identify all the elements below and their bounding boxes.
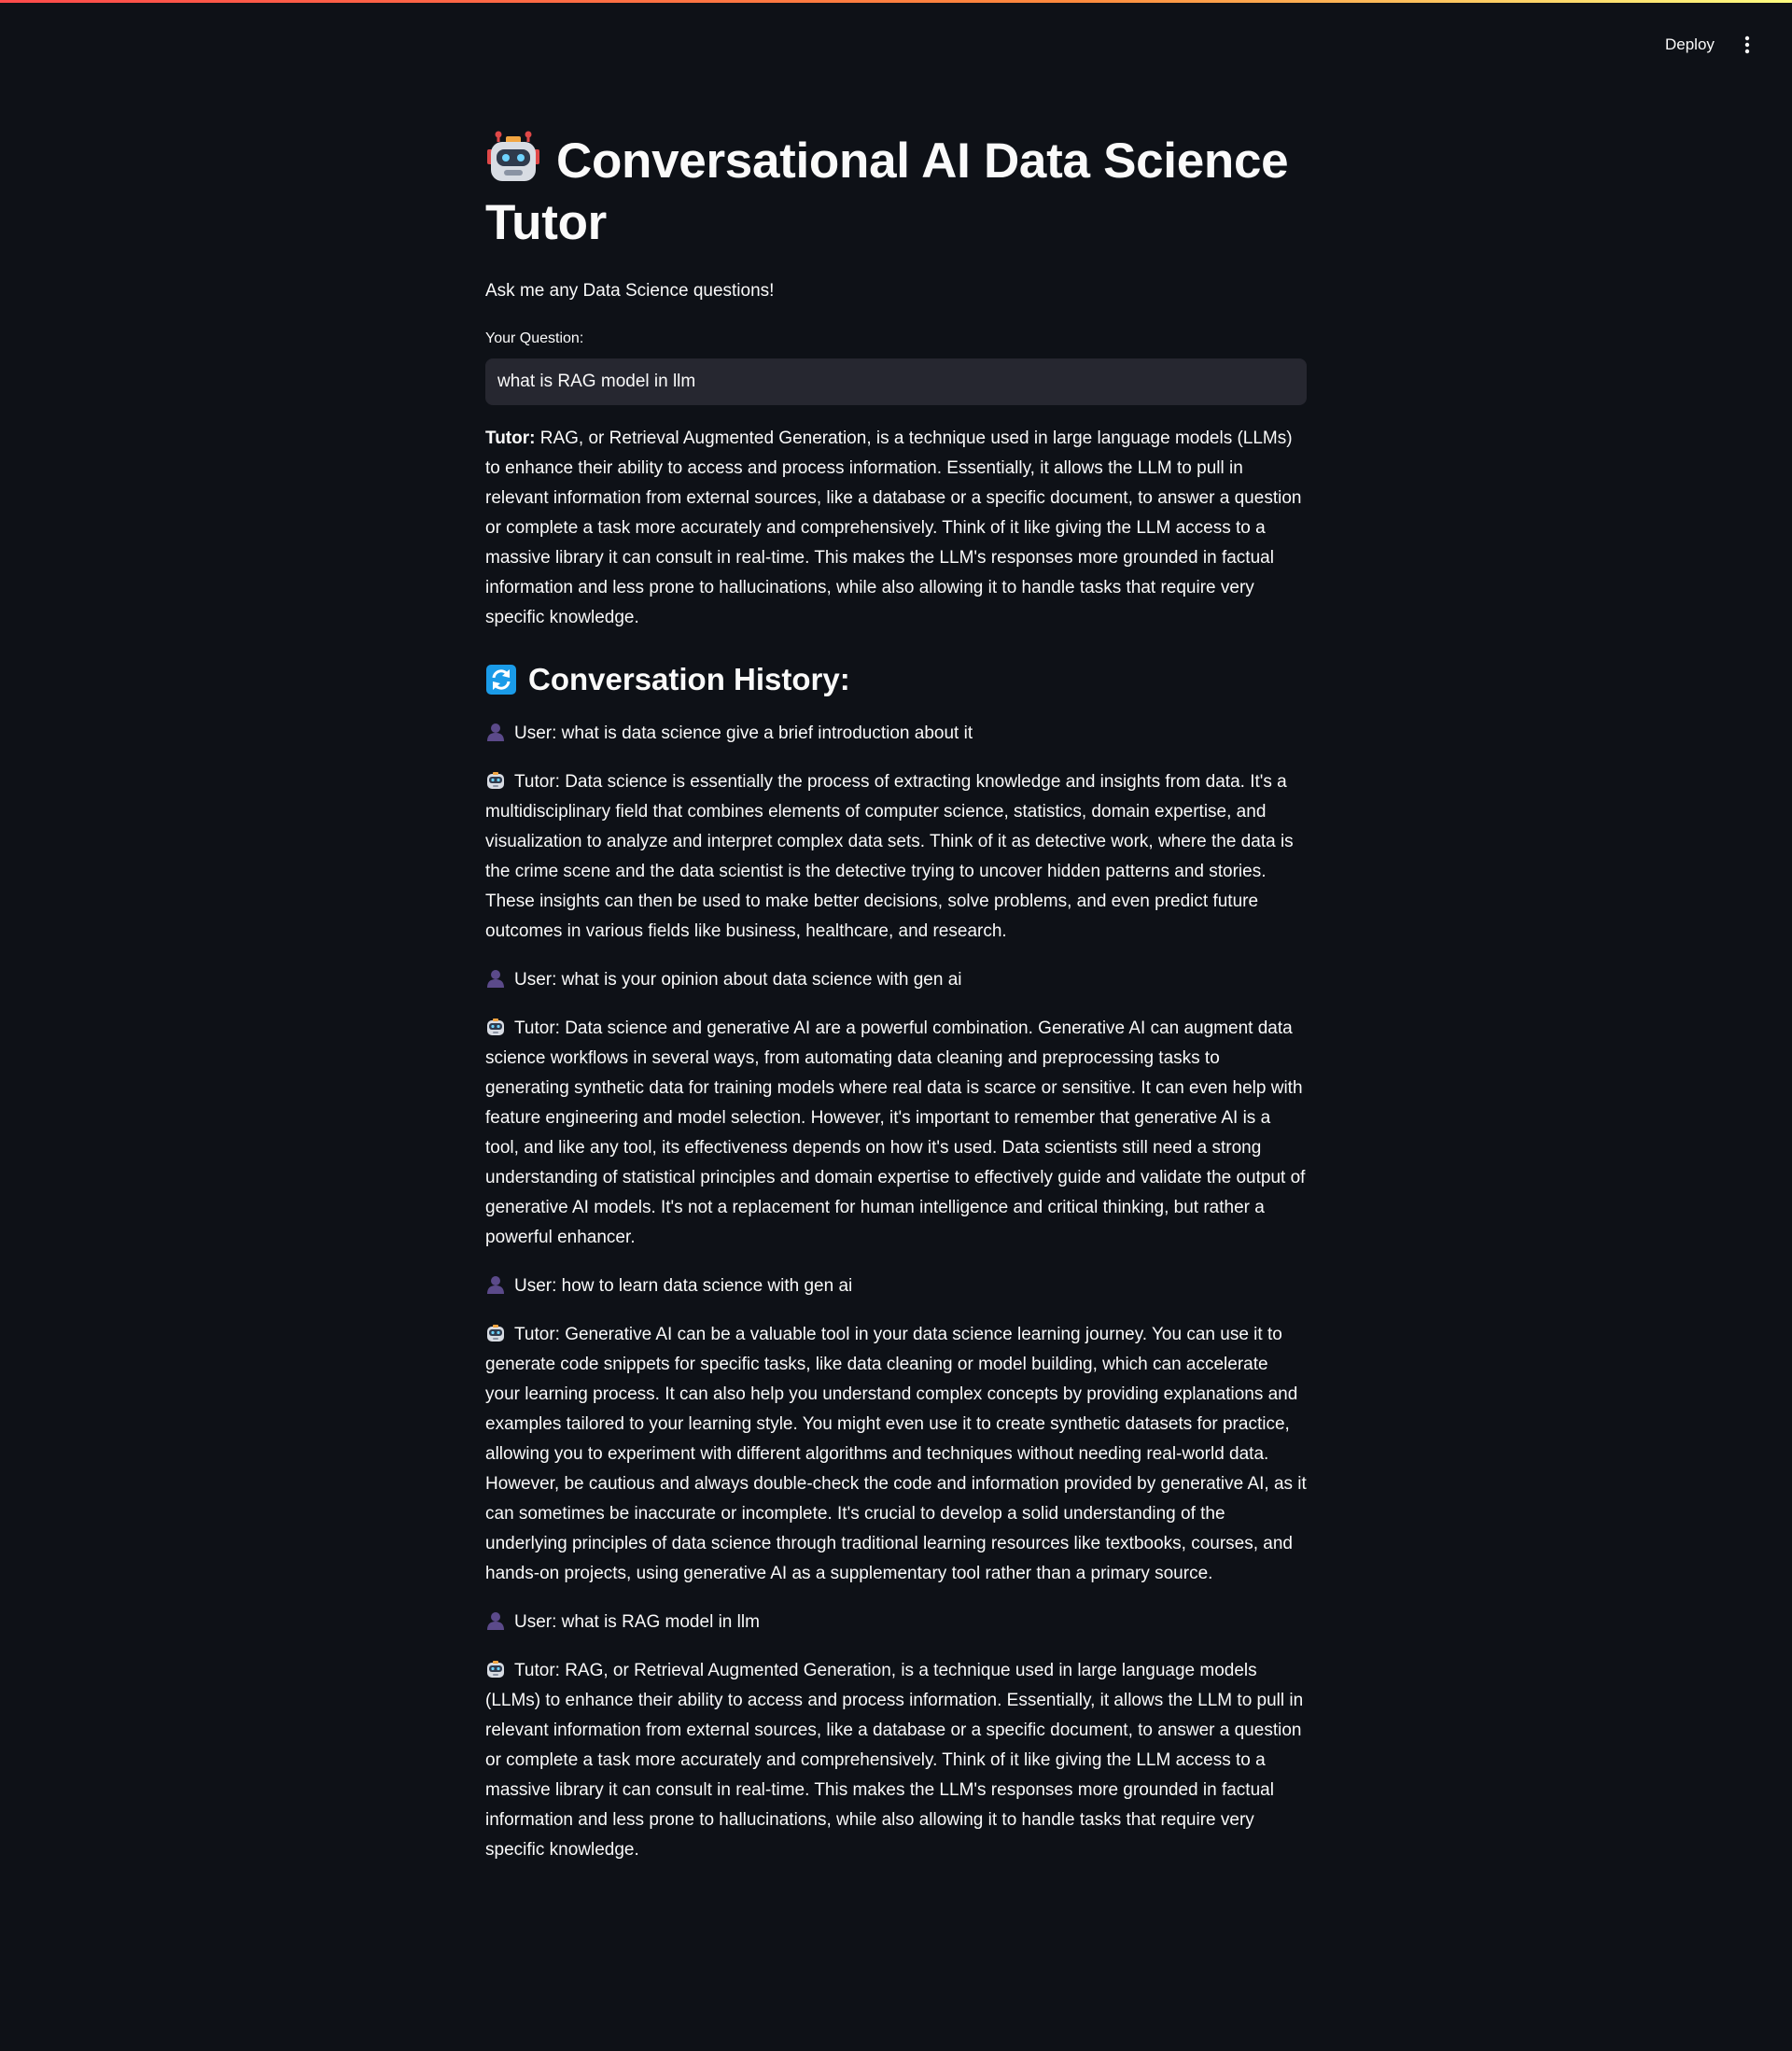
- history-message-text: Tutor: RAG, or Retrieval Augmented Gener…: [485, 1661, 1304, 1860]
- history-message-text: Tutor: Data science and generative AI ar…: [485, 1018, 1306, 1247]
- robot-icon: [487, 772, 504, 789]
- history-message-text: User: what is your opinion about data sc…: [514, 970, 962, 990]
- tutor-answer: Tutor: RAG, or Retrieval Augmented Gener…: [485, 424, 1307, 633]
- history-message-user: User: what is RAG model in llm: [485, 1608, 1307, 1637]
- main-menu-button[interactable]: [1736, 27, 1758, 63]
- bust-silhouette-icon: [487, 723, 504, 741]
- conversation-history: User: what is data science give a brief …: [485, 719, 1307, 1884]
- history-message-user: User: what is data science give a brief …: [485, 719, 1307, 749]
- question-label: Your Question:: [485, 330, 584, 346]
- history-message-tutor: Tutor: Data science and generative AI ar…: [485, 1014, 1307, 1253]
- history-message-tutor: Tutor: Generative AI can be a valuable t…: [485, 1320, 1307, 1589]
- subtitle: Ask me any Data Science questions!: [485, 281, 775, 301]
- answer-text: RAG, or Retrieval Augmented Generation, …: [485, 428, 1302, 627]
- bust-silhouette-icon: [487, 1276, 504, 1294]
- question-input[interactable]: [485, 358, 1307, 405]
- bust-silhouette-icon: [487, 970, 504, 988]
- answer-speaker: Tutor:: [485, 428, 536, 448]
- conversation-history-title: Conversation History:: [528, 662, 850, 696]
- history-message-text: User: what is data science give a brief …: [514, 723, 973, 743]
- arrows-counterclockwise-icon: [486, 665, 516, 695]
- history-message-text: User: what is RAG model in llm: [514, 1612, 760, 1632]
- history-message-tutor: Tutor: RAG, or Retrieval Augmented Gener…: [485, 1656, 1307, 1865]
- page-title-text: Conversational AI Data Science Tutor: [485, 133, 1289, 250]
- app-header: Deploy: [0, 3, 1792, 81]
- history-message-text: User: how to learn data science with gen…: [514, 1276, 853, 1296]
- vertical-ellipsis-icon: [1744, 35, 1750, 54]
- robot-icon: [487, 1018, 504, 1035]
- bust-silhouette-icon: [487, 1612, 504, 1630]
- robot-icon: [487, 131, 539, 181]
- page-title: Conversational AI Data Science Tutor: [485, 131, 1307, 254]
- history-message-tutor: Tutor: Data science is essentially the p…: [485, 767, 1307, 947]
- conversation-history-heading: Conversation History:: [485, 659, 850, 700]
- robot-icon: [487, 1325, 504, 1342]
- history-message-user: User: how to learn data science with gen…: [485, 1271, 1307, 1301]
- robot-icon: [487, 1661, 504, 1678]
- history-message-user: User: what is your opinion about data sc…: [485, 965, 1307, 995]
- deploy-button[interactable]: Deploy: [1654, 27, 1726, 63]
- history-message-text: Tutor: Data science is essentially the p…: [485, 772, 1294, 941]
- history-message-text: Tutor: Generative AI can be a valuable t…: [485, 1325, 1307, 1583]
